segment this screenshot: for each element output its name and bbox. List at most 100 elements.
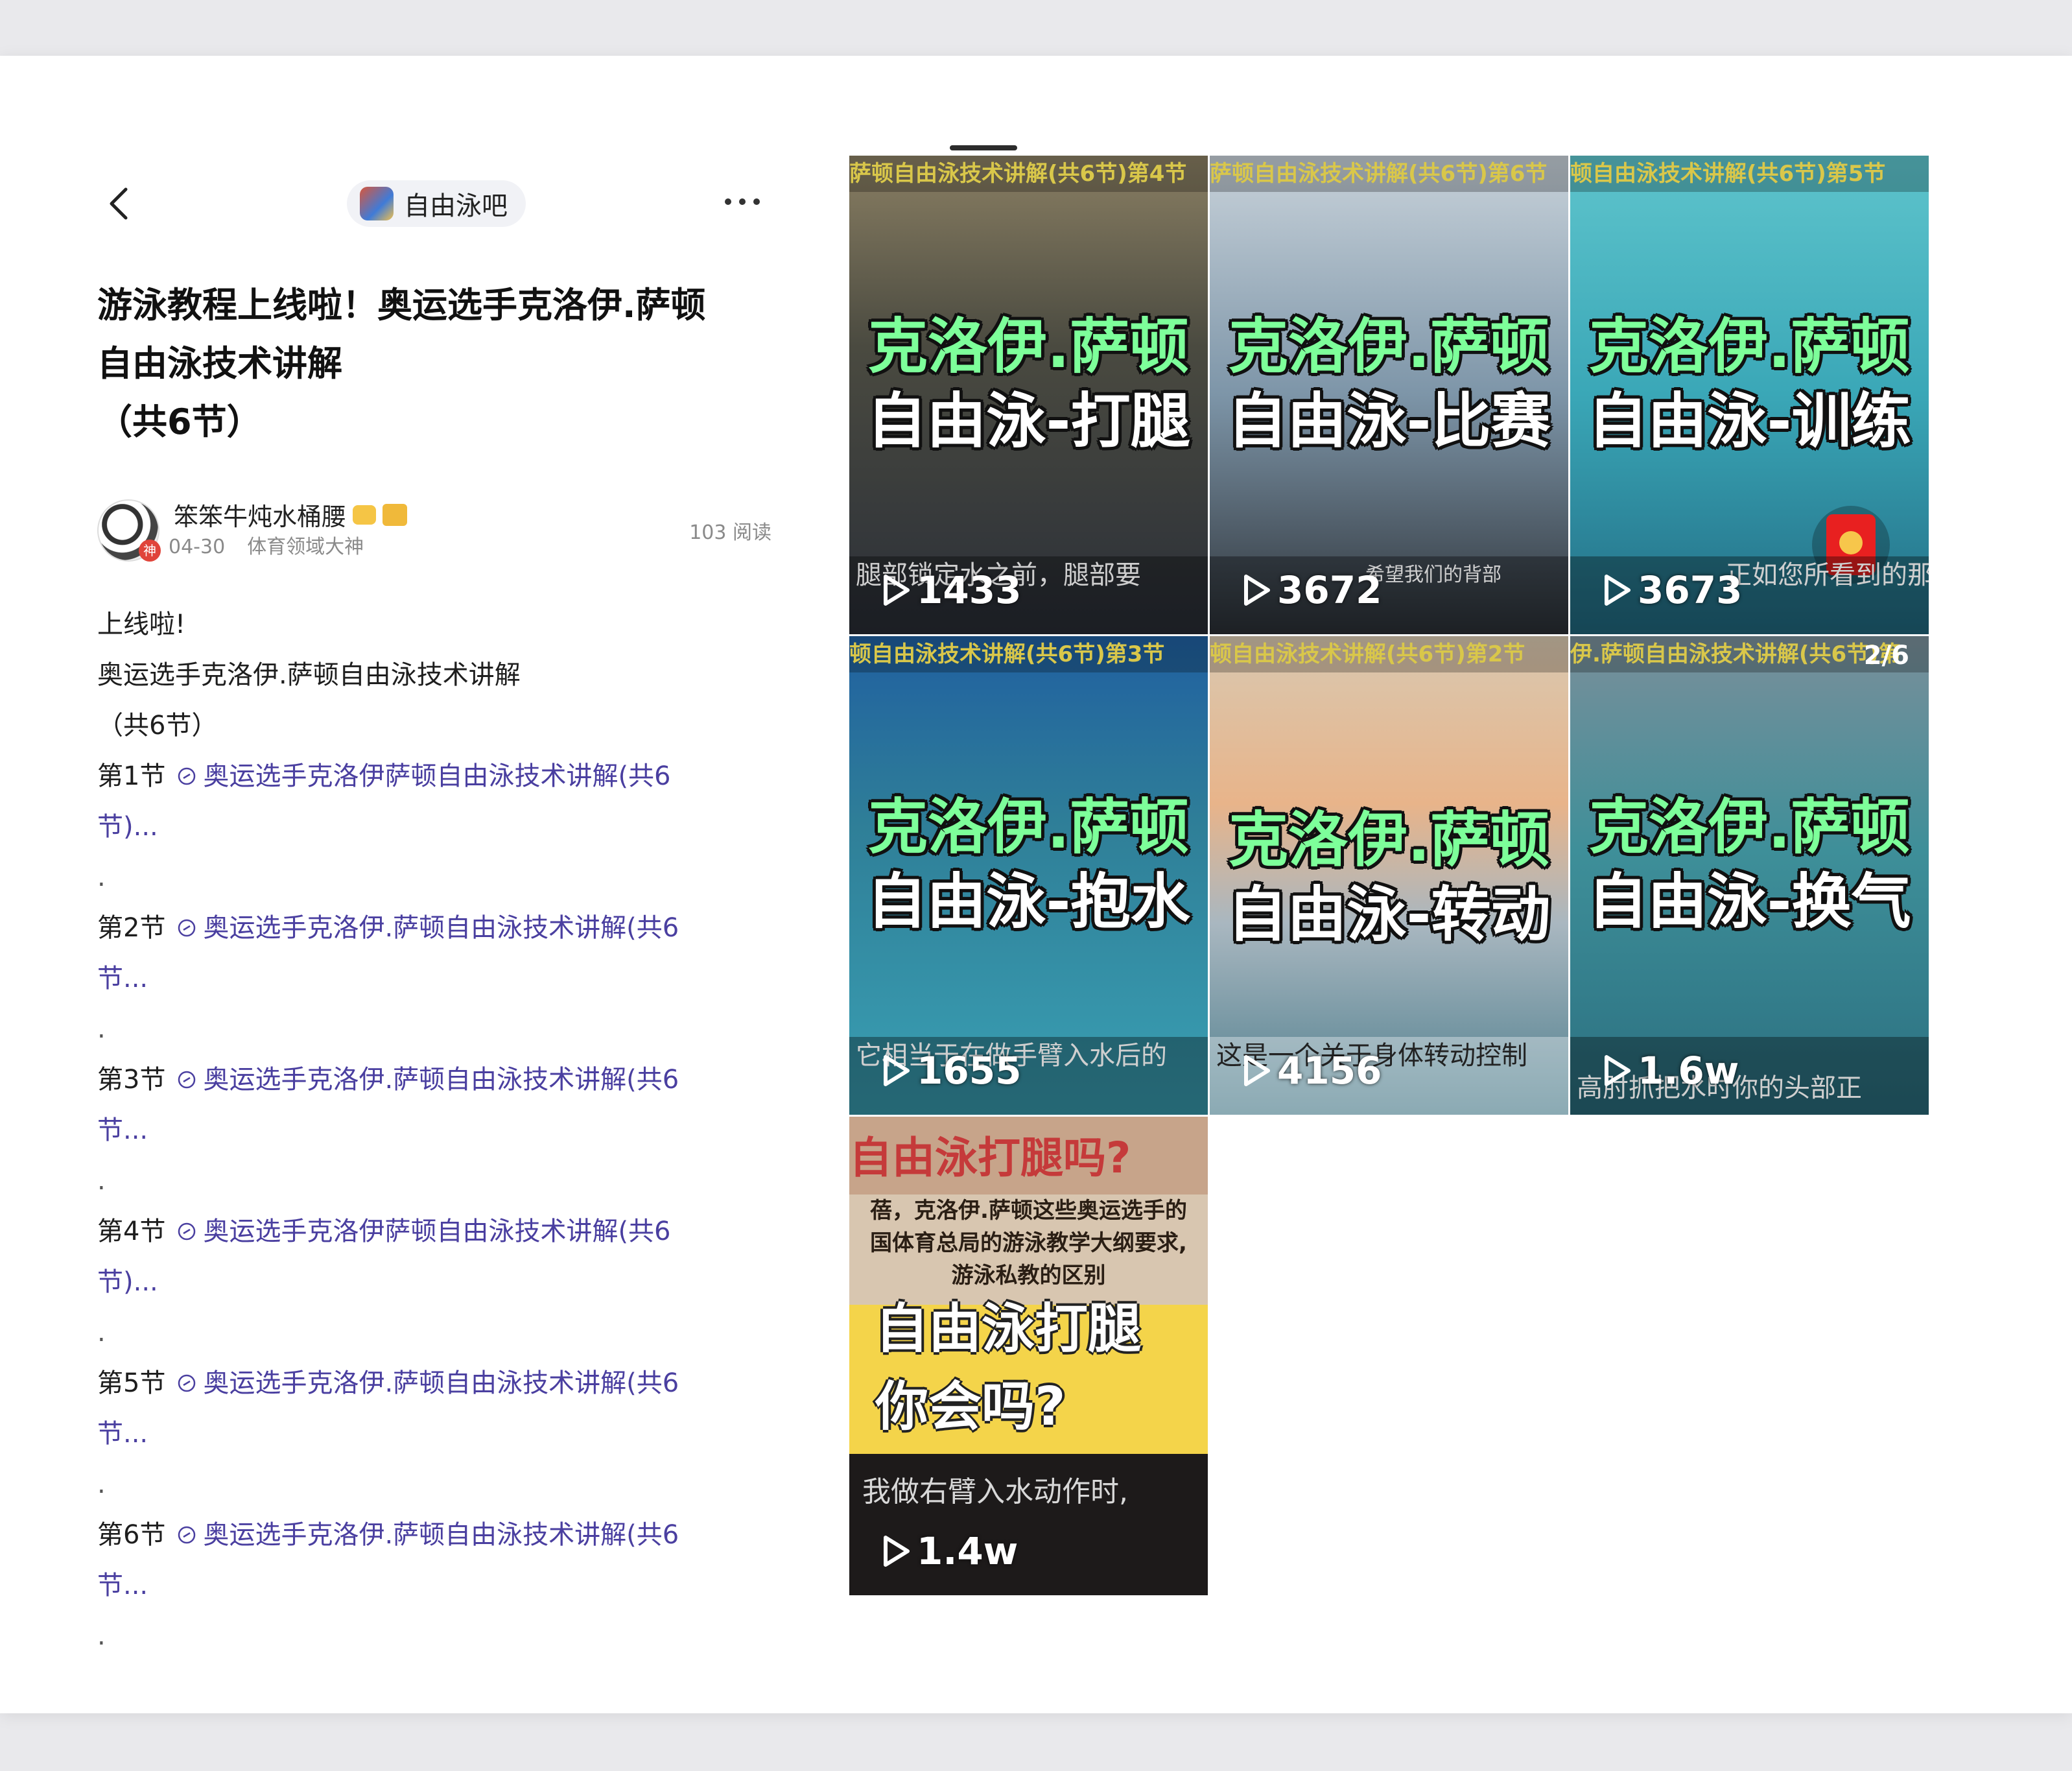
- link-icon: [178, 919, 196, 937]
- vip-badge-icon: [383, 503, 408, 526]
- body-line: 上线啦!: [97, 610, 186, 639]
- separator-dot: .: [97, 1014, 106, 1044]
- video-caption: 萨顿自由泳技术讲解(共6节)第6节: [1210, 156, 1568, 192]
- chevron-left-icon: [110, 187, 128, 220]
- video-tile[interactable]: 萨顿自由泳技术讲解(共6节)第4节 克洛伊.萨顿 自由泳-打腿 腿部锁定水之前，…: [849, 156, 1208, 634]
- link-icon: [178, 1526, 196, 1544]
- section-link-text[interactable]: 奥运选手克洛伊.萨顿自由泳技术讲解(共6: [203, 913, 679, 943]
- post-title-line: （共6节）: [97, 401, 262, 442]
- play-icon: [884, 1055, 910, 1086]
- author-meta: 04-30 体育领域大神: [169, 530, 364, 559]
- section-entry: 第6节 奥运选手克洛伊.萨顿自由泳技术讲解(共6 节... .: [97, 1510, 771, 1661]
- section-link-text[interactable]: 奥运选手克洛伊.萨顿自由泳技术讲解(共6: [203, 1065, 679, 1095]
- section-link-text[interactable]: 奥运选手克洛伊萨顿自由泳技术讲解(共6: [203, 1217, 670, 1246]
- play-icon: [1244, 575, 1270, 606]
- section-link-cont[interactable]: 节...: [97, 953, 771, 1004]
- link-icon: [178, 1374, 196, 1392]
- post-detail-panel: 自由泳吧 游泳教程上线啦！奥运选手克洛伊.萨顿 自由泳技术讲解 （共6节） 神 …: [0, 56, 2072, 1713]
- play-count-value: 1.4w: [917, 1529, 1018, 1573]
- section-label: 第6节: [97, 1520, 166, 1550]
- video-tile[interactable]: 自由泳打腿吗? 蓓，克洛伊.萨顿这些奥运选手的 国体育总局的游泳教学大纲要求, …: [849, 1117, 1208, 1595]
- separator-dot: .: [97, 862, 106, 892]
- avatar[interactable]: 神: [97, 499, 161, 562]
- more-dot-icon: [739, 198, 746, 205]
- post-title: 游泳教程上线啦！奥运选手克洛伊.萨顿 自由泳技术讲解 （共6节）: [97, 276, 771, 451]
- video-subtitle: 我做右臂入水动作时,: [862, 1475, 1128, 1508]
- back-button[interactable]: [101, 184, 140, 223]
- section-link[interactable]: 奥运选手克洛伊.萨顿自由泳技术讲解(共6: [165, 1065, 679, 1095]
- video-caption: 顿自由泳技术讲解(共6节)第5节: [1570, 156, 1929, 192]
- section-entry: 第3节 奥运选手克洛伊.萨顿自由泳技术讲解(共6 节... .: [97, 1054, 771, 1206]
- body-line: （共6节）: [97, 711, 218, 741]
- post-body: 上线啦! 奥运选手克洛伊.萨顿自由泳技术讲解 （共6节） 第1节 奥运选手克洛伊萨…: [97, 599, 771, 1661]
- video-caption: 顿自由泳技术讲解(共6节)第2节: [1210, 636, 1568, 672]
- play-count-value: 1655: [917, 1049, 1022, 1093]
- author-name-row[interactable]: 笨笨牛炖水桶腰: [174, 497, 408, 532]
- section-entry: 第1节 奥运选手克洛伊萨顿自由泳技术讲解(共6 节)... .: [97, 751, 771, 903]
- body-line: 奥运选手克洛伊.萨顿自由泳技术讲解: [97, 660, 521, 690]
- video-tile[interactable]: 顿自由泳技术讲解(共6节)第2节 克洛伊.萨顿 自由泳-转动 这是一个关于身体转…: [1210, 636, 1568, 1115]
- section-link-cont[interactable]: 节...: [97, 1105, 771, 1156]
- video-handwritten-subtitle: 你会吗?: [875, 1376, 1066, 1438]
- video-tile[interactable]: 伊.萨顿自由泳技术讲解(共6节)第 2/6 克洛伊.萨顿 自由泳-换气 高肘抓把…: [1570, 636, 1929, 1115]
- read-count: 103 阅读: [689, 521, 771, 544]
- god-badge: 神: [139, 540, 161, 562]
- play-count: 1433: [882, 568, 1021, 612]
- section-entry: 第5节 奥运选手克洛伊.萨顿自由泳技术讲解(共6 节... .: [97, 1358, 771, 1510]
- play-icon: [1244, 1055, 1270, 1086]
- video-title-bottom: 自由泳-训练: [1588, 386, 1911, 456]
- drag-handle[interactable]: [950, 145, 1017, 150]
- play-icon: [884, 1536, 910, 1567]
- video-tile[interactable]: 顿自由泳技术讲解(共6节)第5节 克洛伊.萨顿 自由泳-训练 正如您所看到的那样…: [1570, 156, 1929, 634]
- video-title-bottom: 自由泳-抱水: [867, 867, 1190, 936]
- section-link-cont[interactable]: 节...: [97, 1408, 771, 1459]
- play-count-value: 3673: [1638, 568, 1743, 612]
- video-text-line: 蓓，克洛伊.萨顿这些奥运选手的: [870, 1198, 1187, 1224]
- section-link[interactable]: 奥运选手克洛伊.萨顿自由泳技术讲解(共6: [165, 1368, 679, 1398]
- video-title-top: 克洛伊.萨顿: [1589, 312, 1910, 381]
- video-title-bottom: 自由泳-换气: [1588, 867, 1911, 936]
- section-link[interactable]: 奥运选手克洛伊.萨顿自由泳技术讲解(共6: [165, 913, 679, 943]
- forum-name: 自由泳吧: [404, 191, 508, 221]
- video-caption: 萨顿自由泳技术讲解(共6节)第4节: [849, 156, 1208, 192]
- video-caption: 顿自由泳技术讲解(共6节)第3节: [849, 636, 1208, 672]
- play-count-value: 1.6w: [1638, 1049, 1739, 1093]
- play-count-value: 4156: [1277, 1049, 1382, 1093]
- post-title-line: 自由泳技术讲解: [97, 343, 342, 384]
- section-link-text[interactable]: 奥运选手克洛伊.萨顿自由泳技术讲解(共6: [203, 1368, 679, 1398]
- section-link[interactable]: 奥运选手克洛伊萨顿自由泳技术讲解(共6: [165, 761, 671, 791]
- post-date: 04-30: [169, 536, 226, 558]
- section-link-cont[interactable]: 节)...: [97, 802, 771, 852]
- play-icon: [884, 575, 910, 606]
- video-title-top: 克洛伊.萨顿: [868, 792, 1189, 862]
- section-link[interactable]: 奥运选手克洛伊.萨顿自由泳技术讲解(共6: [165, 1520, 679, 1550]
- video-title-top: 克洛伊.萨顿: [1589, 792, 1910, 862]
- video-title-top: 克洛伊.萨顿: [1229, 805, 1549, 875]
- video-caption: 自由泳打腿吗?: [849, 1133, 1131, 1183]
- play-count-value: 3672: [1277, 568, 1382, 612]
- video-tile[interactable]: 顿自由泳技术讲解(共6节)第3节 克洛伊.萨顿 自由泳-抱水 它相当于在做手臂入…: [849, 636, 1208, 1115]
- video-text-line: 国体育总局的游泳教学大纲要求,: [870, 1230, 1187, 1256]
- post-column: 自由泳吧 游泳教程上线啦！奥运选手克洛伊.萨顿 自由泳技术讲解 （共6节） 神 …: [97, 166, 771, 1661]
- play-icon: [1605, 575, 1631, 606]
- section-link[interactable]: 奥运选手克洛伊萨顿自由泳技术讲解(共6: [165, 1217, 671, 1246]
- section-link-cont[interactable]: 节...: [97, 1560, 771, 1611]
- video-tile[interactable]: 萨顿自由泳技术讲解(共6节)第6节 克洛伊.萨顿 自由泳-比赛 希望我们的背部 …: [1210, 156, 1568, 634]
- play-count: 3672: [1242, 568, 1382, 612]
- section-entry: 第2节 奥运选手克洛伊.萨顿自由泳技术讲解(共6 节... .: [97, 903, 771, 1054]
- video-title-bottom: 自由泳-转动: [1227, 880, 1551, 949]
- section-label: 第3节: [97, 1065, 166, 1095]
- more-button[interactable]: [713, 179, 771, 224]
- section-link-text[interactable]: 奥运选手克洛伊.萨顿自由泳技术讲解(共6: [203, 1520, 679, 1550]
- author-name: 笨笨牛炖水桶腰: [174, 503, 347, 531]
- play-count: 1.6w: [1603, 1049, 1739, 1093]
- section-label: 第4节: [97, 1217, 166, 1246]
- section-link-cont[interactable]: 节)...: [97, 1257, 771, 1307]
- play-count: 4156: [1242, 1049, 1382, 1093]
- section-link-text[interactable]: 奥运选手克洛伊萨顿自由泳技术讲解(共6: [203, 761, 670, 791]
- link-icon: [178, 1222, 196, 1241]
- level-badge-icon: [353, 505, 377, 525]
- separator-dot: .: [97, 1621, 106, 1651]
- forum-pill[interactable]: 自由泳吧: [347, 180, 526, 227]
- separator-dot: .: [97, 1469, 106, 1499]
